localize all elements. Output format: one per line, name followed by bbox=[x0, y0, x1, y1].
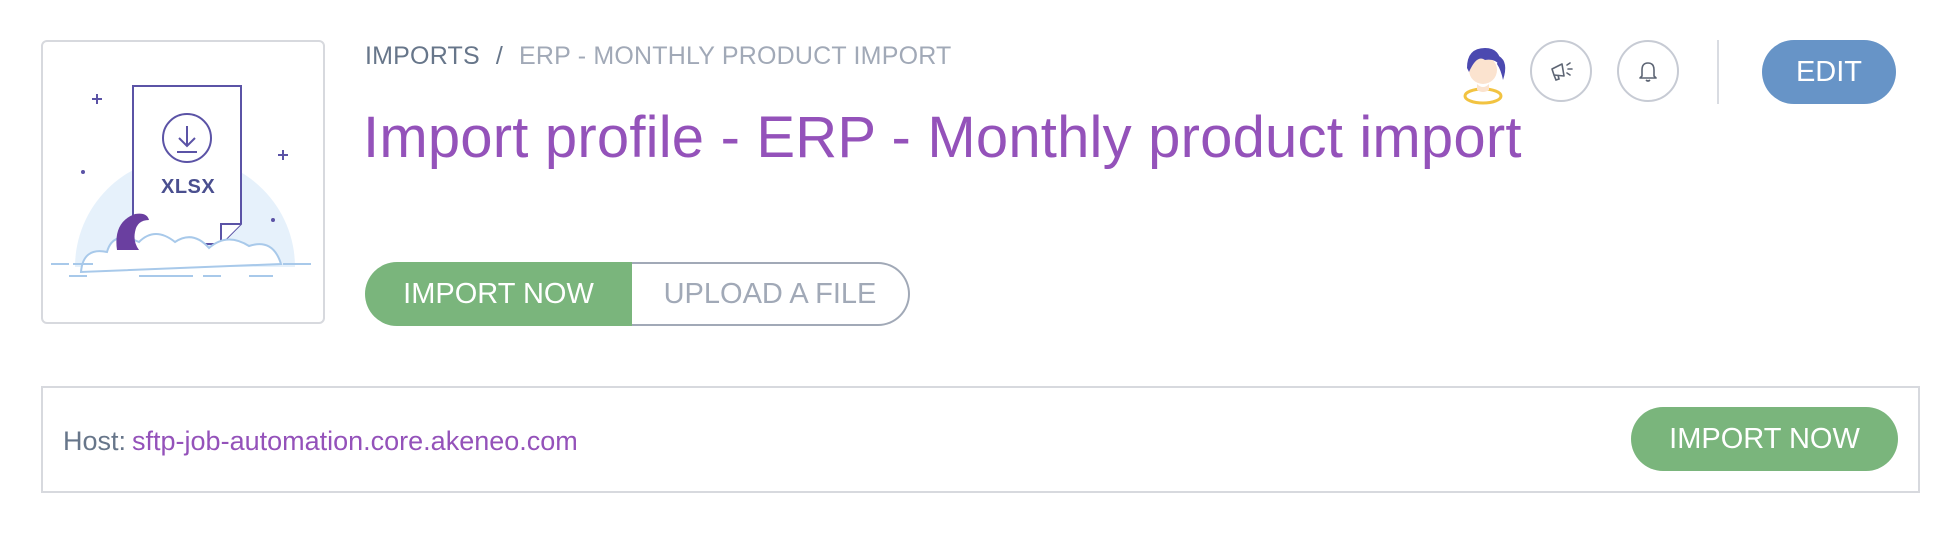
breadcrumb-current: ERP - MONTHLY PRODUCT IMPORT bbox=[519, 42, 952, 70]
breadcrumb-separator: / bbox=[495, 42, 503, 70]
import-now-button[interactable]: IMPORT NOW bbox=[365, 262, 632, 326]
bell-icon bbox=[1639, 62, 1657, 82]
breadcrumb-imports-link[interactable]: IMPORTS bbox=[365, 42, 480, 70]
header-divider bbox=[1717, 40, 1719, 104]
host-label: Host: bbox=[63, 426, 127, 456]
host-info: Host: sftp-job-automation.core.akeneo.com bbox=[63, 426, 578, 457]
edit-button[interactable]: EDIT bbox=[1762, 40, 1896, 104]
upload-file-button[interactable]: UPLOAD A FILE bbox=[632, 262, 910, 326]
notifications-button[interactable] bbox=[1617, 40, 1679, 102]
import-illustration: XLSX bbox=[41, 40, 325, 324]
host-value: sftp-job-automation.core.akeneo.com bbox=[132, 426, 578, 456]
announcements-button[interactable] bbox=[1530, 40, 1592, 102]
host-panel: Host: sftp-job-automation.core.akeneo.com… bbox=[41, 386, 1920, 493]
megaphone-icon bbox=[1551, 62, 1573, 81]
import-actions: IMPORT NOW UPLOAD A FILE bbox=[365, 262, 910, 326]
page-title: Import profile - ERP - Monthly product i… bbox=[363, 105, 1522, 170]
host-import-now-button[interactable]: IMPORT NOW bbox=[1631, 407, 1898, 471]
avatar-icon bbox=[1463, 48, 1506, 105]
user-avatar[interactable] bbox=[1455, 40, 1511, 106]
breadcrumb: IMPORTS / ERP - MONTHLY PRODUCT IMPORT bbox=[365, 42, 952, 71]
file-type-label: XLSX bbox=[161, 176, 216, 198]
